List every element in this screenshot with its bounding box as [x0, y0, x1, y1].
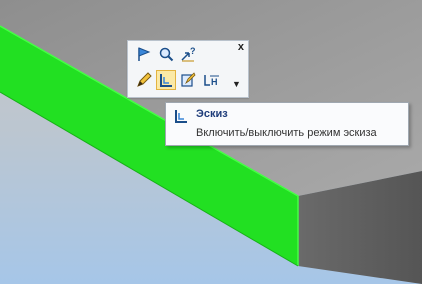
dimension-icon: H: [204, 75, 219, 87]
svg-text:?: ?: [190, 46, 196, 56]
tooltip-title: Эскиз: [196, 108, 228, 120]
3d-viewport[interactable]: x ? H ▼ Эскиз Включить/выключить режим э…: [0, 0, 422, 284]
tooltip-description: Включить/выключить режим эскиза: [196, 127, 377, 139]
zoom-icon: [159, 47, 174, 62]
toolbar-more-dropdown[interactable]: ▼: [232, 79, 241, 89]
help-cursor-icon: ?: [181, 46, 196, 62]
toolbar-close-button[interactable]: x: [238, 42, 244, 53]
toolbar-button-sketch[interactable]: [156, 70, 176, 90]
flag-icon: [138, 47, 151, 61]
sketch-icon: [175, 110, 187, 123]
toolbar-button-zoom[interactable]: [156, 44, 176, 64]
sketch-icon: [160, 74, 172, 87]
toolbar-button-help[interactable]: ?: [178, 44, 198, 64]
edit-sketch-icon: [181, 72, 196, 87]
toolbar-button-pencil[interactable]: [134, 70, 154, 90]
toolbar-button-flag[interactable]: [134, 44, 154, 64]
pencil-icon: [137, 72, 152, 87]
toolbar-button-edit-sketch[interactable]: [178, 70, 198, 90]
tooltip: Эскиз Включить/выключить режим эскиза: [165, 102, 409, 146]
toolbar-button-dimension[interactable]: H: [202, 70, 222, 90]
floating-toolbar: x ? H ▼: [127, 40, 249, 98]
svg-text:H: H: [211, 77, 218, 87]
